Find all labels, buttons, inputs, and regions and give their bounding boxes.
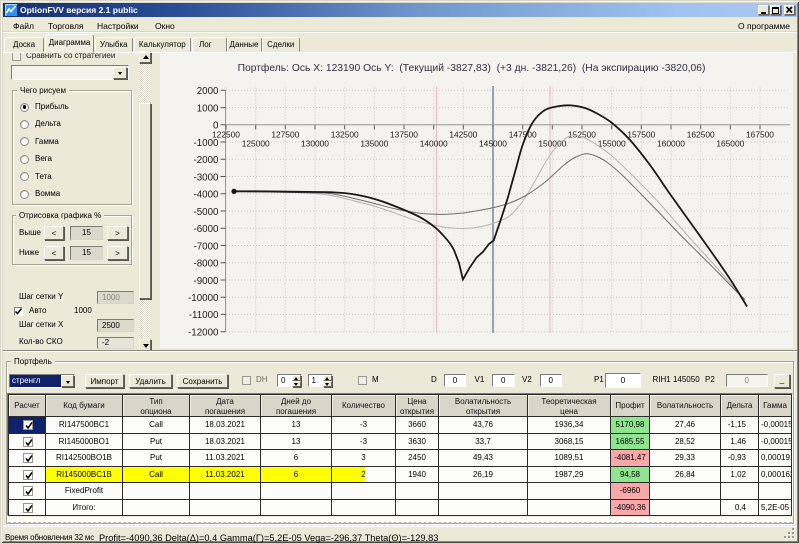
- svg-text:140000: 140000: [420, 139, 448, 149]
- svg-text:167500: 167500: [746, 130, 774, 140]
- svg-text:150000: 150000: [538, 139, 566, 149]
- svg-text:-9000: -9000: [193, 276, 219, 287]
- svg-text:137500: 137500: [390, 130, 418, 140]
- svg-text:Портфель: Ось X: 123190 Ось Y:: Портфель: Ось X: 123190 Ось Y: (Текущий …: [238, 62, 706, 74]
- svg-text:130000: 130000: [301, 139, 329, 149]
- svg-text:-6000: -6000: [193, 224, 219, 235]
- svg-text:-10000: -10000: [188, 293, 219, 304]
- svg-text:160000: 160000: [657, 139, 685, 149]
- svg-text:147500: 147500: [509, 130, 537, 140]
- svg-text:127500: 127500: [271, 130, 299, 140]
- svg-text:-11000: -11000: [189, 310, 219, 321]
- svg-text:162500: 162500: [687, 130, 715, 140]
- svg-text:-7000: -7000: [193, 241, 219, 252]
- svg-text:155000: 155000: [598, 139, 626, 149]
- svg-text:-1000: -1000: [193, 138, 219, 149]
- svg-text:165000: 165000: [716, 139, 744, 149]
- svg-text:-5000: -5000: [193, 207, 219, 218]
- svg-text:132500: 132500: [331, 130, 359, 140]
- svg-text:135000: 135000: [360, 139, 388, 149]
- svg-text:-2000: -2000: [193, 155, 219, 166]
- svg-text:157500: 157500: [627, 130, 655, 140]
- svg-text:145000: 145000: [479, 139, 507, 149]
- svg-text:-12000: -12000: [188, 328, 219, 339]
- svg-text:2000: 2000: [197, 86, 219, 97]
- svg-text:152500: 152500: [568, 130, 596, 140]
- svg-text:142500: 142500: [449, 130, 477, 140]
- svg-text:1000: 1000: [197, 103, 219, 114]
- svg-text:-3000: -3000: [193, 172, 219, 183]
- svg-text:-8000: -8000: [193, 259, 219, 270]
- svg-text:0: 0: [213, 121, 219, 132]
- svg-text:125000: 125000: [242, 139, 270, 149]
- svg-text:-4000: -4000: [193, 190, 219, 201]
